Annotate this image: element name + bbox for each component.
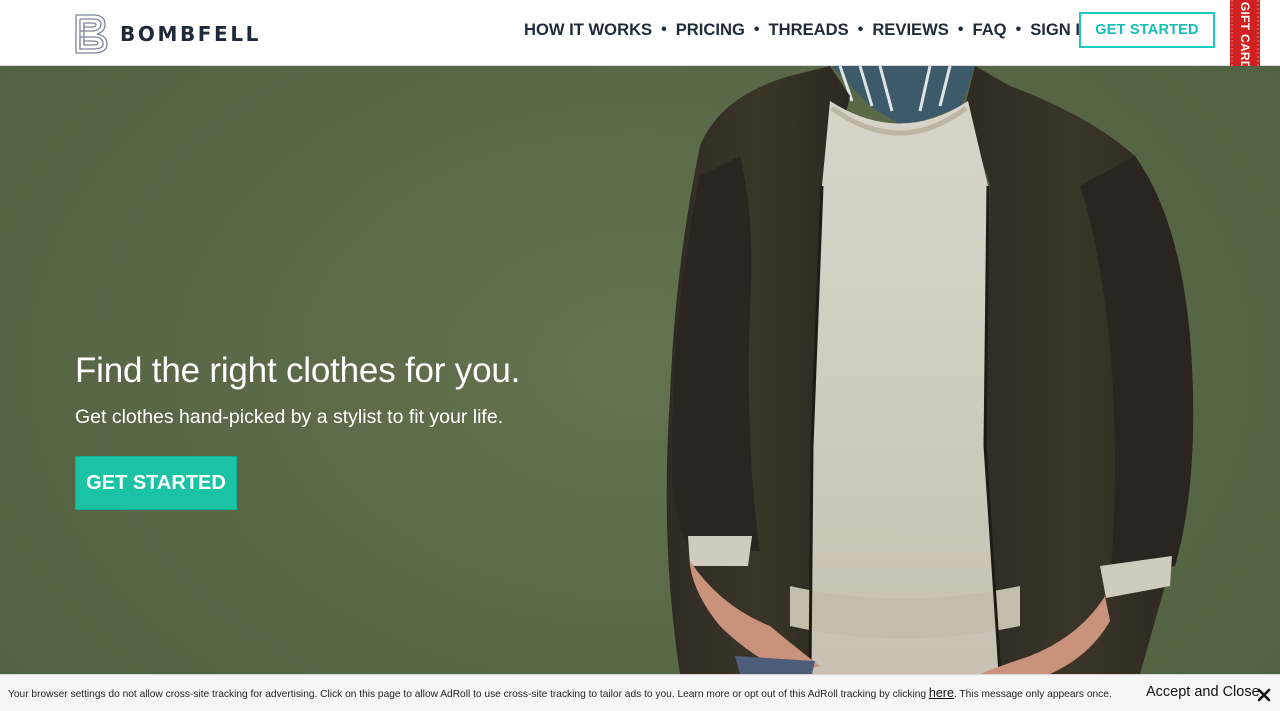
nav-separator: • (661, 21, 667, 38)
nav-separator: • (753, 21, 760, 38)
banner-text-after: . This message only appears once. (953, 689, 1112, 700)
nav-threads[interactable]: THREADS (769, 20, 849, 40)
banner-here-link[interactable]: here (929, 686, 954, 700)
main-nav: HOW IT WORKS • PRICING • THREADS • REVIE… (524, 18, 1092, 42)
nav-separator: • (1015, 21, 1022, 38)
banner-message: Your browser settings do not allow cross… (8, 686, 1112, 700)
site-header: BOMBFELL HOW IT WORKS • PRICING • THREAD… (0, 0, 1280, 66)
header-get-started-button[interactable]: GET STARTED (1079, 12, 1215, 48)
accept-and-close-button[interactable]: Accept and Close (1146, 684, 1260, 700)
tracking-consent-banner[interactable]: Your browser settings do not allow cross… (0, 674, 1280, 711)
hero-title: Find the right clothes for you. (75, 351, 521, 390)
nav-how-it-works[interactable]: HOW IT WORKS (524, 20, 652, 40)
nav-reviews[interactable]: REVIEWS (872, 20, 949, 40)
nav-separator: • (857, 21, 864, 38)
bombfell-b-logo-icon (75, 14, 108, 54)
nav-separator: • (957, 21, 964, 38)
logo[interactable]: BOMBFELL (75, 14, 261, 54)
nav-pricing[interactable]: PRICING (676, 20, 745, 40)
close-icon[interactable] (1257, 688, 1271, 702)
logo-text: BOMBFELL (120, 22, 262, 46)
hero-subtitle: Get clothes hand-picked by a stylist to … (75, 406, 504, 428)
hero-section: Find the right clothes for you. Get clot… (0, 66, 1280, 674)
hero-get-started-button[interactable]: GET STARTED (75, 456, 237, 510)
banner-text-before: Your browser settings do not allow cross… (8, 689, 929, 700)
nav-faq[interactable]: FAQ (972, 20, 1006, 40)
